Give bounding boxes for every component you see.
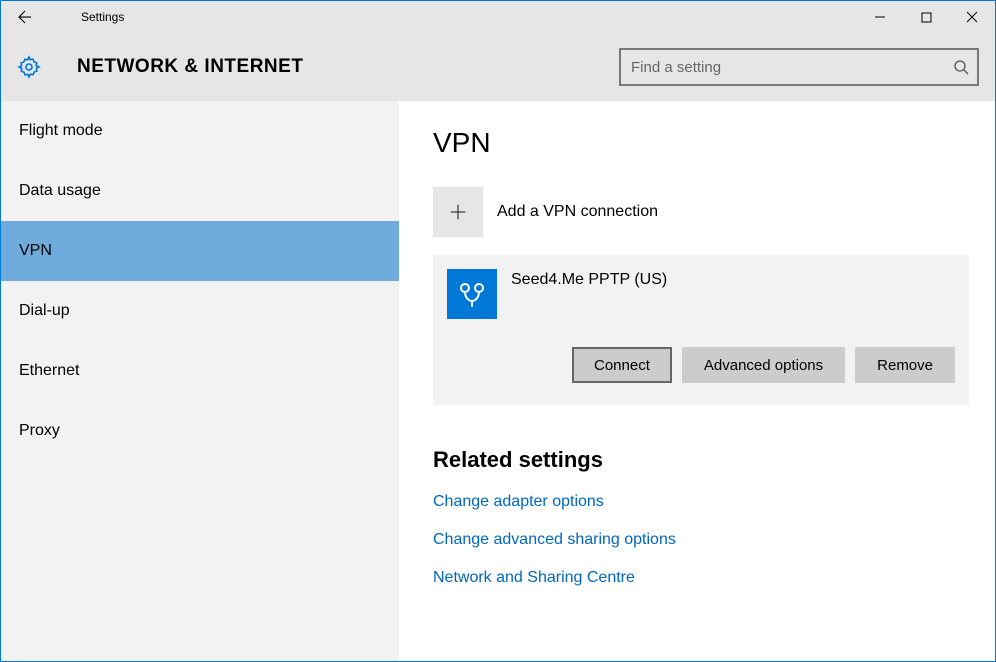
search-input[interactable] <box>619 48 979 86</box>
content: VPN Add a VPN connection See <box>399 101 995 661</box>
connect-button[interactable]: Connect <box>572 347 672 383</box>
sidebar-item-label: Flight mode <box>19 122 103 140</box>
sidebar-item-vpn[interactable]: VPN <box>1 221 399 281</box>
sidebar-item-proxy[interactable]: Proxy <box>1 401 399 461</box>
search-wrap <box>619 48 979 86</box>
header-title: NETWORK & INTERNET <box>77 56 303 78</box>
vpn-connection-card: Seed4.Me PPTP (US) Connect Advanced opti… <box>433 255 969 405</box>
minimize-button[interactable] <box>857 1 903 33</box>
sidebar-item-label: VPN <box>19 242 52 260</box>
sidebar: Flight mode Data usage VPN Dial-up Ether… <box>1 101 399 661</box>
remove-button[interactable]: Remove <box>855 347 955 383</box>
add-vpn-row[interactable]: Add a VPN connection <box>433 187 995 237</box>
vpn-actions: Connect Advanced options Remove <box>447 347 955 383</box>
header: NETWORK & INTERNET <box>1 33 995 101</box>
settings-window: Settings NETWORK & INTERNET <box>0 0 996 662</box>
window-controls <box>857 1 995 33</box>
sidebar-item-label: Data usage <box>19 182 101 200</box>
link-change-adapter-options[interactable]: Change adapter options <box>433 493 604 511</box>
advanced-options-button[interactable]: Advanced options <box>682 347 845 383</box>
vpn-icon-tile <box>447 269 497 319</box>
titlebar: Settings <box>1 1 995 33</box>
body: Flight mode Data usage VPN Dial-up Ether… <box>1 101 995 661</box>
minimize-icon <box>874 11 886 23</box>
sidebar-item-data-usage[interactable]: Data usage <box>1 161 399 221</box>
maximize-icon <box>921 12 932 23</box>
search-icon <box>953 59 969 75</box>
close-button[interactable] <box>949 1 995 33</box>
link-network-sharing-centre[interactable]: Network and Sharing Centre <box>433 569 635 587</box>
plus-tile <box>433 187 483 237</box>
sidebar-item-label: Ethernet <box>19 362 79 380</box>
sidebar-item-label: Proxy <box>19 422 60 440</box>
link-change-advanced-sharing[interactable]: Change advanced sharing options <box>433 531 676 549</box>
sidebar-item-ethernet[interactable]: Ethernet <box>1 341 399 401</box>
vpn-connection-name: Seed4.Me PPTP (US) <box>511 269 667 289</box>
window-title: Settings <box>49 10 124 24</box>
back-arrow-icon <box>16 8 34 26</box>
vpn-row[interactable]: Seed4.Me PPTP (US) <box>447 269 955 319</box>
sidebar-item-label: Dial-up <box>19 302 70 320</box>
sidebar-item-dial-up[interactable]: Dial-up <box>1 281 399 341</box>
related-settings-heading: Related settings <box>433 447 995 473</box>
close-icon <box>966 11 978 23</box>
gear-icon <box>17 55 41 79</box>
maximize-button[interactable] <box>903 1 949 33</box>
plus-icon <box>447 201 469 223</box>
sidebar-item-flight-mode[interactable]: Flight mode <box>1 101 399 161</box>
back-button[interactable] <box>1 1 49 33</box>
vpn-icon <box>455 277 489 311</box>
add-vpn-label: Add a VPN connection <box>497 203 658 221</box>
page-heading: VPN <box>433 127 995 159</box>
